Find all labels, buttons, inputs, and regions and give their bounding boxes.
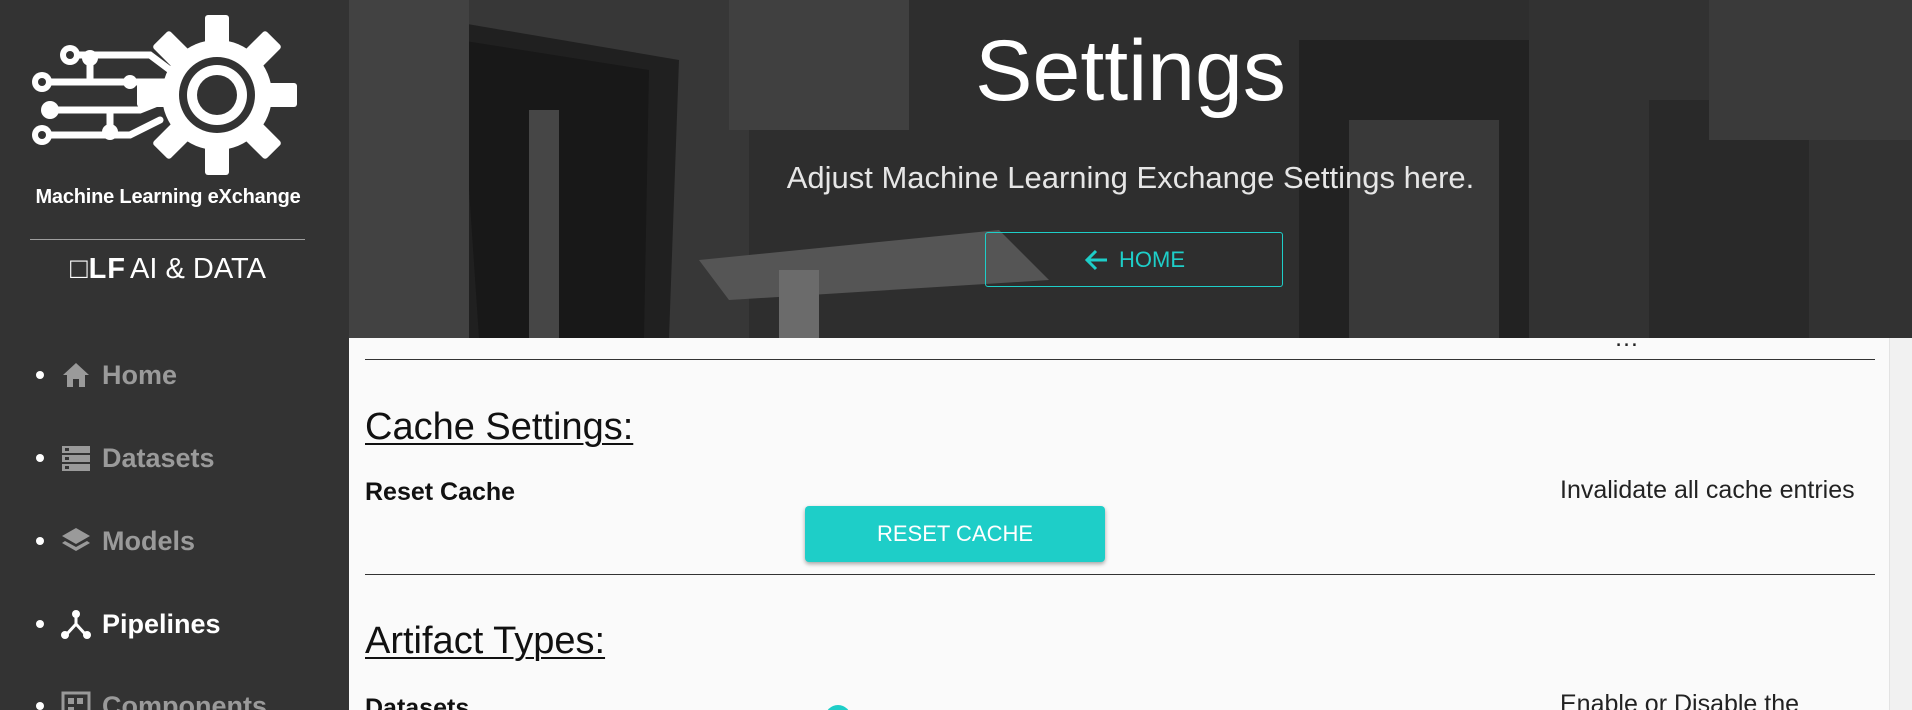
home-icon [60, 359, 92, 391]
sidebar-item-components[interactable]: Components [36, 686, 267, 710]
sidebar-item-label: Models [102, 525, 196, 556]
sidebar-item-label: Datasets [102, 442, 215, 473]
page-subtitle: Adjust Machine Learning Exchange Setting… [786, 160, 1475, 195]
section-divider [365, 359, 1875, 360]
settings-content: … Cache Settings: Reset Cache Invalidate… [349, 338, 1889, 710]
reset-cache-description: Invalidate all cache entries [1560, 476, 1855, 504]
hero-banner: Settings Adjust Machine Learning Exchang… [349, 0, 1912, 338]
sidebar-item-label: Pipelines [102, 608, 221, 639]
bullet [36, 702, 44, 710]
sidebar-item-models[interactable]: Models [36, 521, 195, 561]
reset-cache-button[interactable]: RESET CACHE [805, 506, 1105, 562]
lf-ai-data-logo[interactable]: □LF AI & DATA [0, 253, 336, 286]
lf-mark: □LF [70, 253, 127, 285]
datasets-setting-description: Enable or Disable the [1560, 690, 1800, 710]
bullet [36, 371, 44, 379]
arrow-left-icon [1084, 249, 1107, 270]
page-title: Settings [975, 23, 1286, 119]
sidebar-item-home[interactable]: Home [36, 355, 177, 395]
home-button[interactable]: HOME [985, 232, 1283, 287]
brand-divider [30, 239, 305, 240]
datasets-toggle[interactable] [825, 705, 851, 710]
artifact-types-heading: Artifact Types: [365, 620, 606, 662]
mlx-logo[interactable] [30, 10, 305, 180]
bullet [36, 620, 44, 628]
scrollbar[interactable] [1889, 338, 1912, 710]
layers-icon [60, 525, 92, 557]
bullet [36, 537, 44, 545]
section-divider [365, 574, 1875, 575]
pipeline-icon [60, 608, 92, 640]
home-button-label: HOME [1119, 246, 1185, 272]
cache-settings-heading: Cache Settings: [365, 406, 634, 448]
sidebar: Machine Learning eXchange □LF AI & DATA H… [0, 0, 349, 710]
clipped-description: … [1614, 338, 1639, 352]
components-icon [60, 690, 92, 710]
datasets-setting-label: Datasets [365, 694, 470, 710]
reset-cache-label: Reset Cache [365, 478, 516, 506]
brand-name: Machine Learning eXchange [35, 186, 301, 208]
sidebar-item-label: Home [102, 359, 178, 390]
sidebar-item-label: Components [102, 690, 267, 710]
bullet [36, 454, 44, 462]
sidebar-item-pipelines[interactable]: Pipelines [36, 604, 221, 644]
lf-text: AI & DATA [130, 253, 266, 285]
sidebar-item-datasets[interactable]: Datasets [36, 438, 215, 478]
datasets-icon [60, 442, 92, 474]
